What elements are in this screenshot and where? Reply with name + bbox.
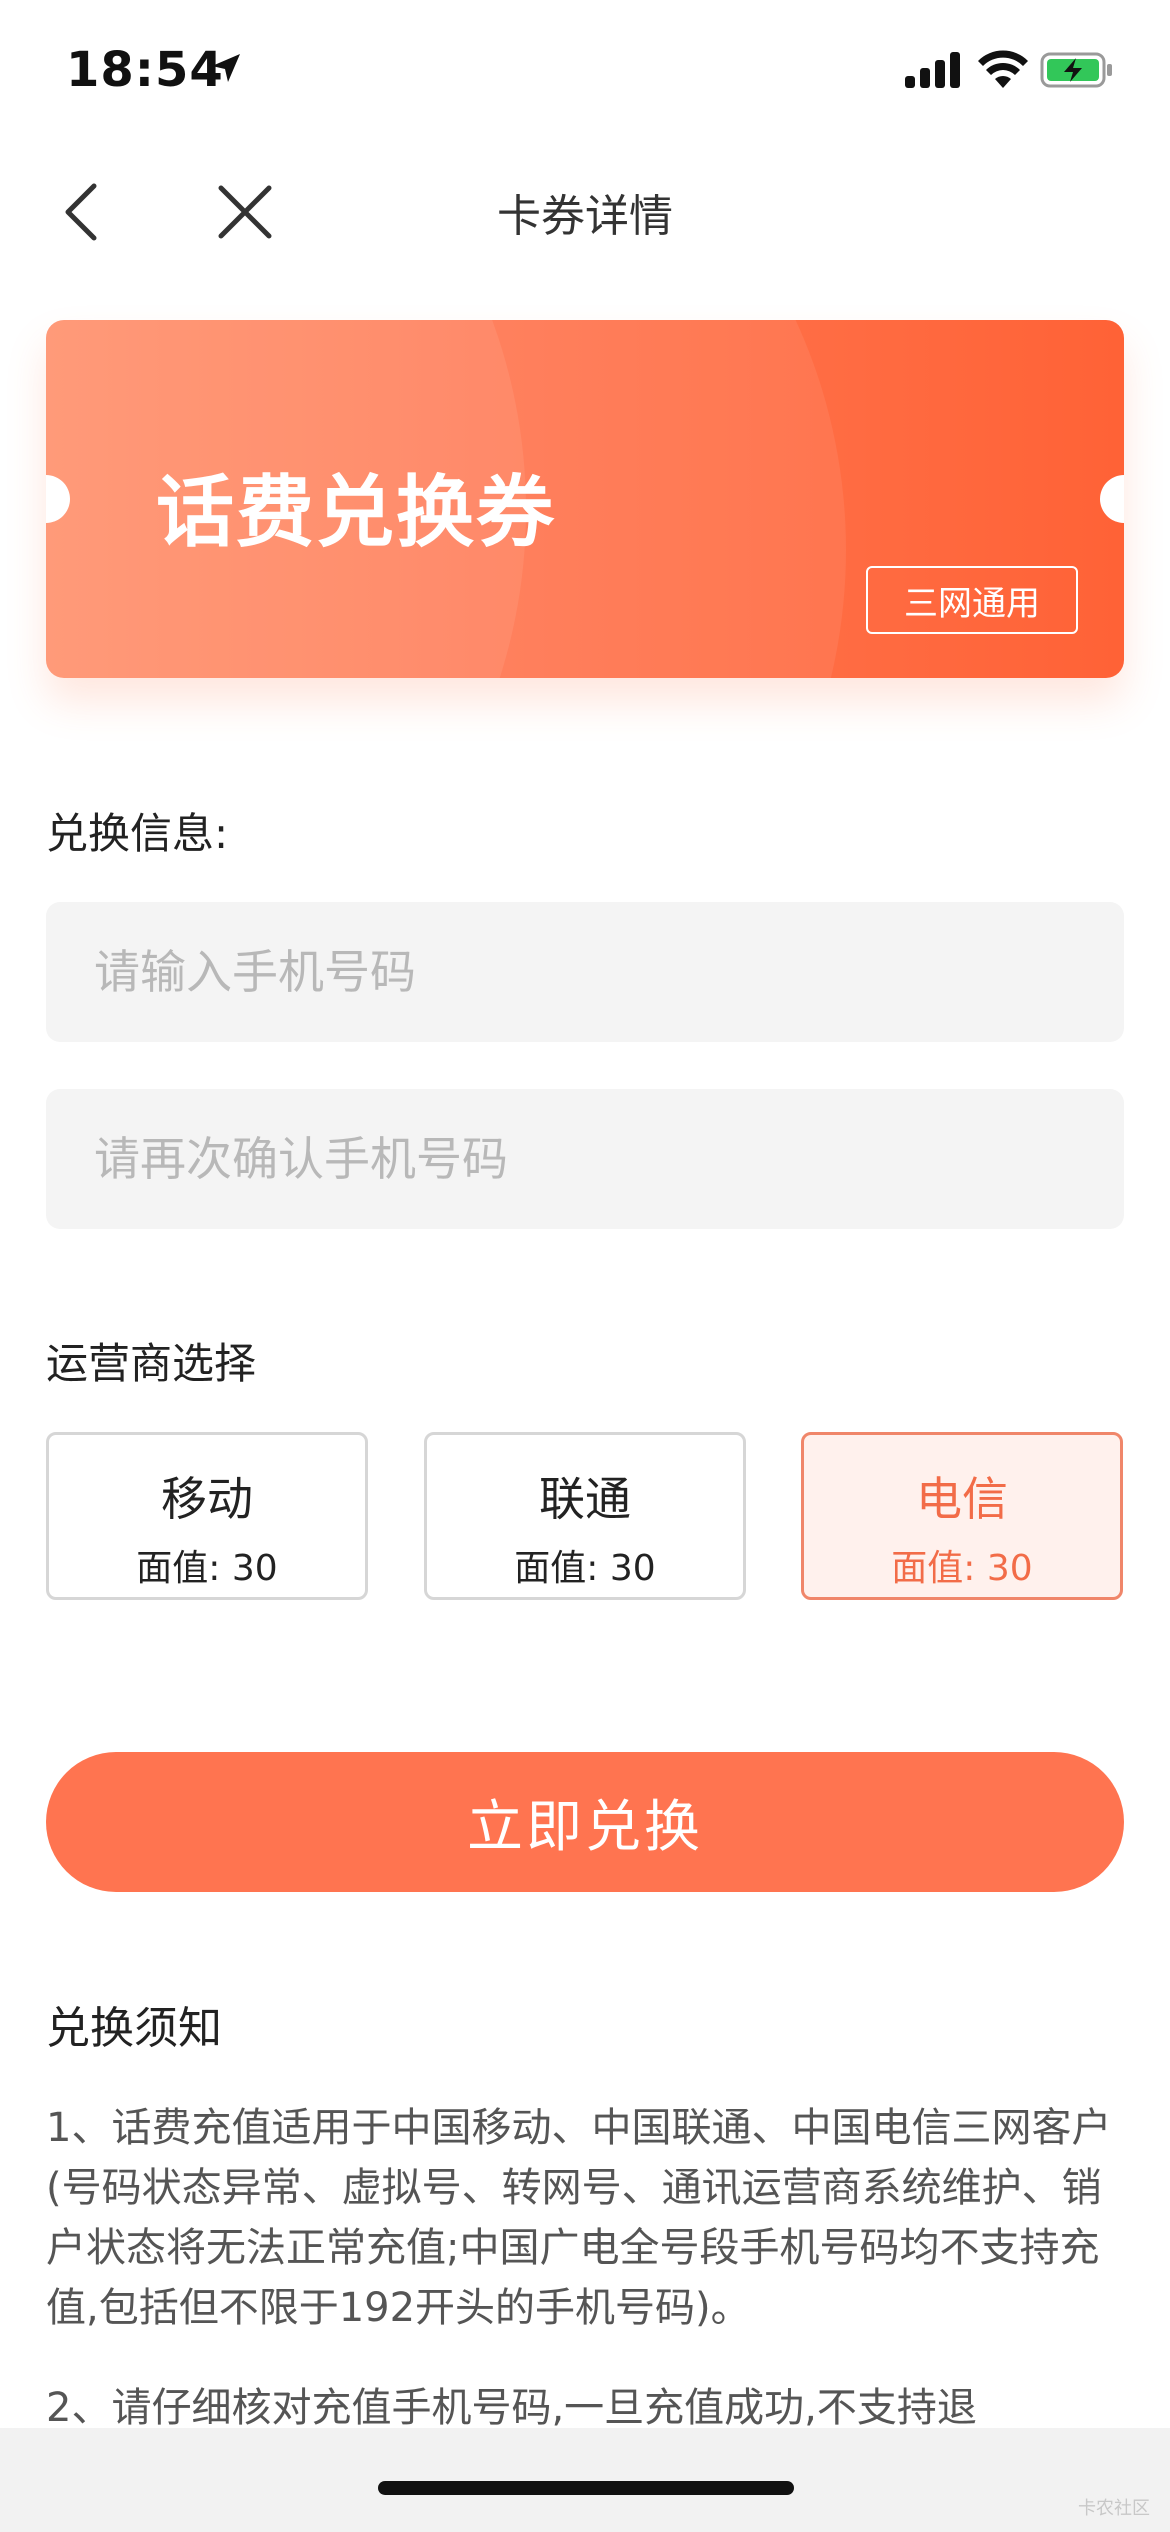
redeem-button[interactable]: 立即兑换 <box>46 1752 1124 1892</box>
carrier-option-mobile[interactable]: 移动 面值: 30 <box>46 1432 368 1600</box>
confirm-phone-input[interactable] <box>46 1089 1124 1229</box>
home-indicator[interactable] <box>378 2481 794 2495</box>
phone-input[interactable] <box>46 902 1124 1042</box>
coupon-title: 话费兑换券 <box>156 468 557 558</box>
status-bar: 18:54 <box>0 0 1170 150</box>
carrier-name: 移动 <box>161 1472 253 1526</box>
nav-bar: 卡券详情 <box>0 150 1170 270</box>
location-arrow-icon <box>212 54 240 82</box>
bottom-safe-area <box>0 2428 1170 2532</box>
carrier-option-telecom[interactable]: 电信 面值: 30 <box>801 1432 1123 1600</box>
cellular-signal-icon <box>905 52 960 88</box>
coupon-tag: 三网通用 <box>866 566 1078 634</box>
carrier-option-unicom[interactable]: 联通 面值: 30 <box>424 1432 746 1600</box>
exchange-info-label: 兑换信息: <box>46 809 229 858</box>
carrier-face-value: 面值: 30 <box>136 1548 278 1589</box>
carrier-name: 电信 <box>916 1472 1008 1526</box>
carrier-section-label: 运营商选择 <box>46 1339 257 1388</box>
battery-charging-icon <box>1040 52 1112 88</box>
carrier-face-value: 面值: 30 <box>891 1548 1033 1589</box>
wifi-icon <box>978 50 1028 88</box>
coupon-card: 话费兑换券 三网通用 <box>46 320 1124 678</box>
status-time: 18:54 <box>66 42 224 98</box>
notice-title: 兑换须知 <box>46 2003 222 2054</box>
carrier-name: 联通 <box>539 1472 631 1526</box>
watermark: 卡农社区 <box>1078 2498 1150 2519</box>
carrier-face-value: 面值: 30 <box>514 1548 656 1589</box>
page-title: 卡券详情 <box>497 191 673 242</box>
notice-item: 1、话费充值适用于中国移动、中国联通、中国电信三网客户(号码状态异常、虚拟号、转… <box>46 2105 1112 2331</box>
coupon-notch <box>1100 475 1124 523</box>
